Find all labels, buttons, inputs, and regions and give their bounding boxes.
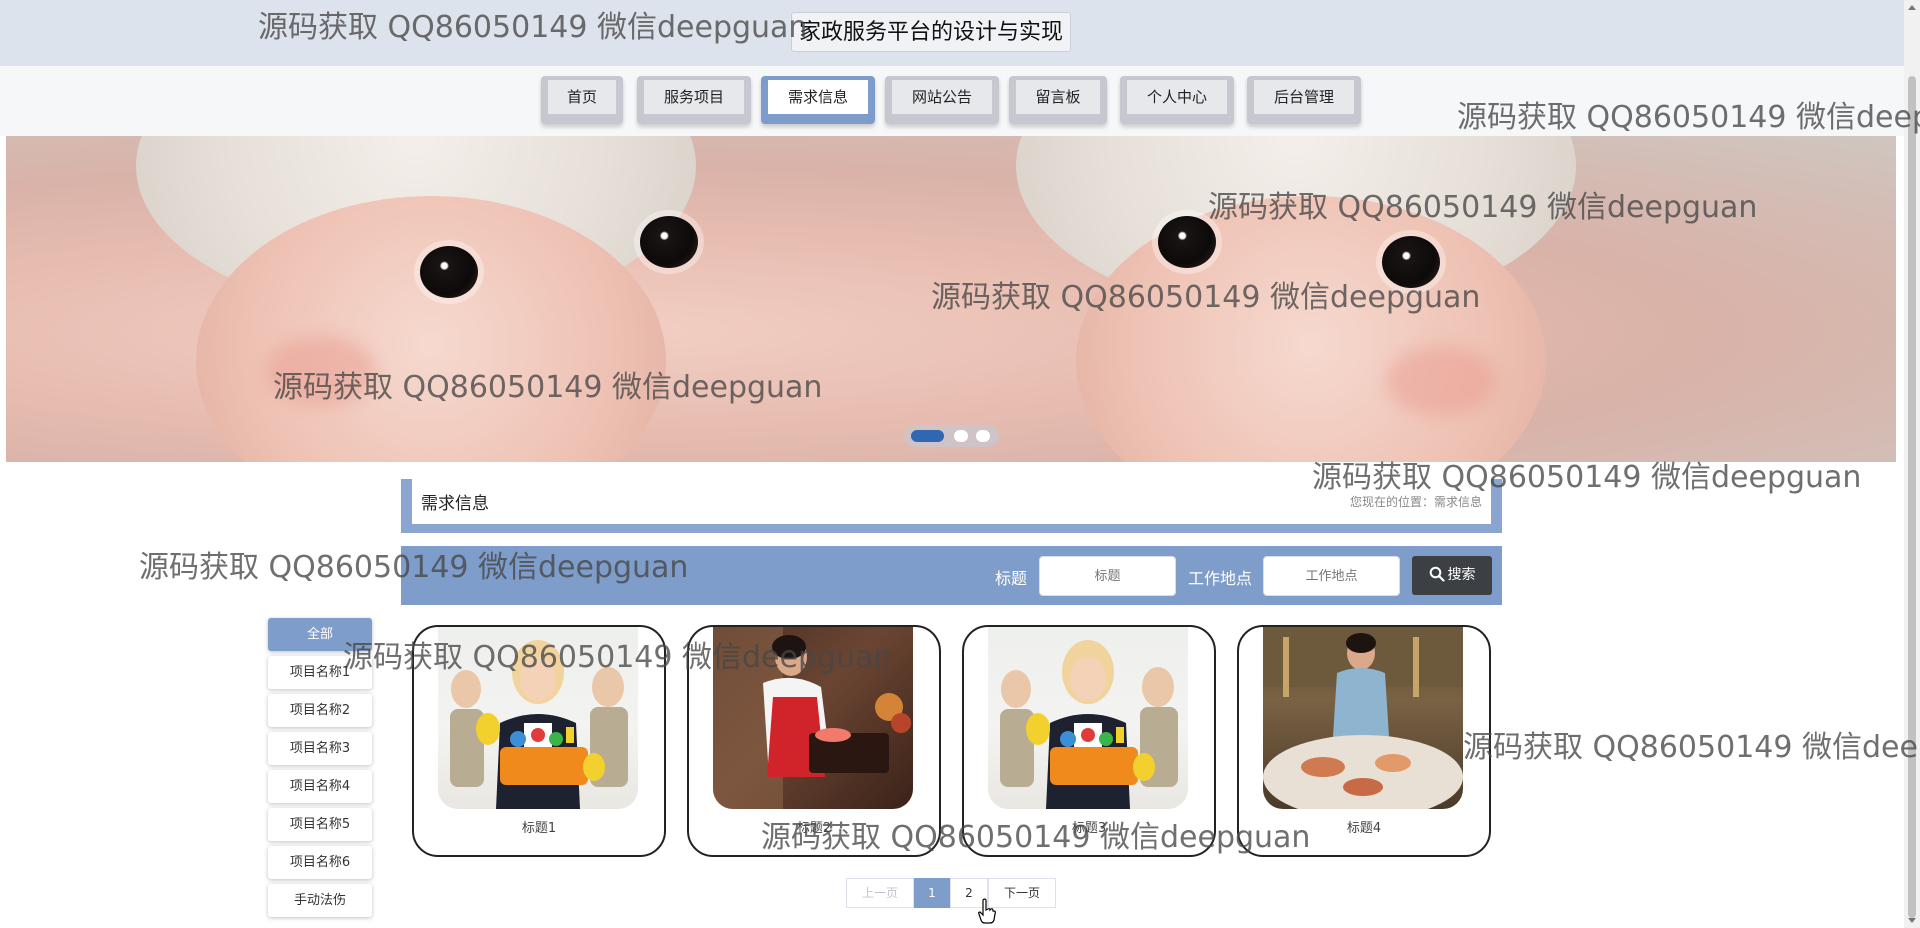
demand-card[interactable]: 标题3 <box>962 625 1216 857</box>
demand-card[interactable]: 标题1 <box>412 625 666 857</box>
carousel-dot-2[interactable] <box>954 430 968 442</box>
site-title: 家政服务平台的设计与实现 <box>791 12 1072 52</box>
location-search-input[interactable] <box>1263 556 1400 596</box>
banner-photo-part <box>266 336 376 406</box>
breadcrumb: 您现在的位置：需求信息 <box>1349 495 1482 509</box>
banner-photo-part <box>1386 346 1496 416</box>
scrollbar-thumb[interactable] <box>1908 76 1916 918</box>
banner-photo-part <box>1158 216 1216 268</box>
search-icon <box>1429 566 1445 582</box>
category-item[interactable]: 项目名称1 <box>268 656 372 689</box>
card-image <box>988 627 1188 809</box>
banner-photo-part <box>640 216 698 268</box>
section-header-inner: 需求信息 您现在的位置：需求信息 <box>412 479 1491 524</box>
card-image <box>1263 627 1463 809</box>
section-title: 需求信息 <box>421 494 489 514</box>
cleaning-woman-illustration <box>713 627 911 809</box>
nav-item-home[interactable]: 首页 <box>541 76 623 124</box>
category-item[interactable]: 项目名称6 <box>268 846 372 879</box>
scroll-up-arrow-icon[interactable] <box>1908 5 1916 10</box>
card-title: 标题2 <box>796 821 832 836</box>
housekeeper-illustration <box>1000 640 1178 809</box>
nav-item-admin[interactable]: 后台管理 <box>1247 76 1361 124</box>
carousel-indicators <box>904 425 999 447</box>
card-title: 标题4 <box>1346 821 1382 836</box>
search-bar: 标题 工作地点 搜索 <box>401 546 1502 605</box>
watermark-text: 源码获取 QQ86050149 微信deepguan <box>1463 730 1920 765</box>
nav-item-label: 需求信息 <box>768 80 868 114</box>
category-item[interactable]: 项目名称2 <box>268 694 372 727</box>
card-image <box>713 627 913 809</box>
location-filter-label: 工作地点 <box>1188 569 1253 588</box>
card-title: 标题3 <box>1071 821 1107 836</box>
nav-item-demand-info[interactable]: 需求信息 <box>761 76 875 124</box>
nav-item-personal-center[interactable]: 个人中心 <box>1120 76 1234 124</box>
nav-item-label: 个人中心 <box>1127 80 1227 114</box>
nav-item-label: 首页 <box>548 80 616 114</box>
nav-item-label: 服务项目 <box>644 80 744 114</box>
title-search-input[interactable] <box>1039 556 1176 596</box>
nav-item-label: 留言板 <box>1016 80 1100 114</box>
banner-carousel[interactable] <box>6 136 1896 462</box>
category-item[interactable]: 项目名称3 <box>268 732 372 765</box>
search-button-label: 搜索 <box>1447 567 1476 583</box>
nav-item-announcements[interactable]: 网站公告 <box>885 76 999 124</box>
category-item[interactable]: 手动法伤 <box>268 884 372 917</box>
category-item[interactable]: 项目名称5 <box>268 808 372 841</box>
demand-card[interactable]: 标题4 <box>1237 625 1491 857</box>
nav-item-message-board[interactable]: 留言板 <box>1009 76 1107 124</box>
search-button[interactable]: 搜索 <box>1412 556 1492 595</box>
pagination-prev-button[interactable]: 上一页 <box>846 878 914 908</box>
card-title: 标题1 <box>521 821 557 836</box>
page-scrollbar[interactable] <box>1904 0 1920 928</box>
pagination-page-1[interactable]: 1 <box>914 878 950 908</box>
banner-photo-part <box>1382 236 1440 288</box>
demand-card[interactable]: 标题2 <box>687 625 941 857</box>
scroll-down-arrow-icon[interactable] <box>1908 918 1916 923</box>
housekeeper-illustration <box>450 640 628 809</box>
title-filter-label: 标题 <box>995 569 1028 588</box>
nav-item-label: 网站公告 <box>892 80 992 114</box>
section-header: 需求信息 您现在的位置：需求信息 <box>401 479 1502 533</box>
category-item[interactable]: 项目名称4 <box>268 770 372 803</box>
nav-item-label: 后台管理 <box>1254 80 1354 114</box>
carousel-dot-1[interactable] <box>911 430 944 442</box>
category-all[interactable]: 全部 <box>268 618 372 651</box>
pagination-next-button[interactable]: 下一页 <box>988 878 1056 908</box>
card-image <box>438 627 638 809</box>
dining-service-illustration <box>1263 627 1463 809</box>
nav-item-services[interactable]: 服务项目 <box>637 76 751 124</box>
hand-cursor-icon <box>978 898 996 924</box>
banner-photo-part <box>420 246 478 298</box>
carousel-dot-3[interactable] <box>976 430 990 442</box>
